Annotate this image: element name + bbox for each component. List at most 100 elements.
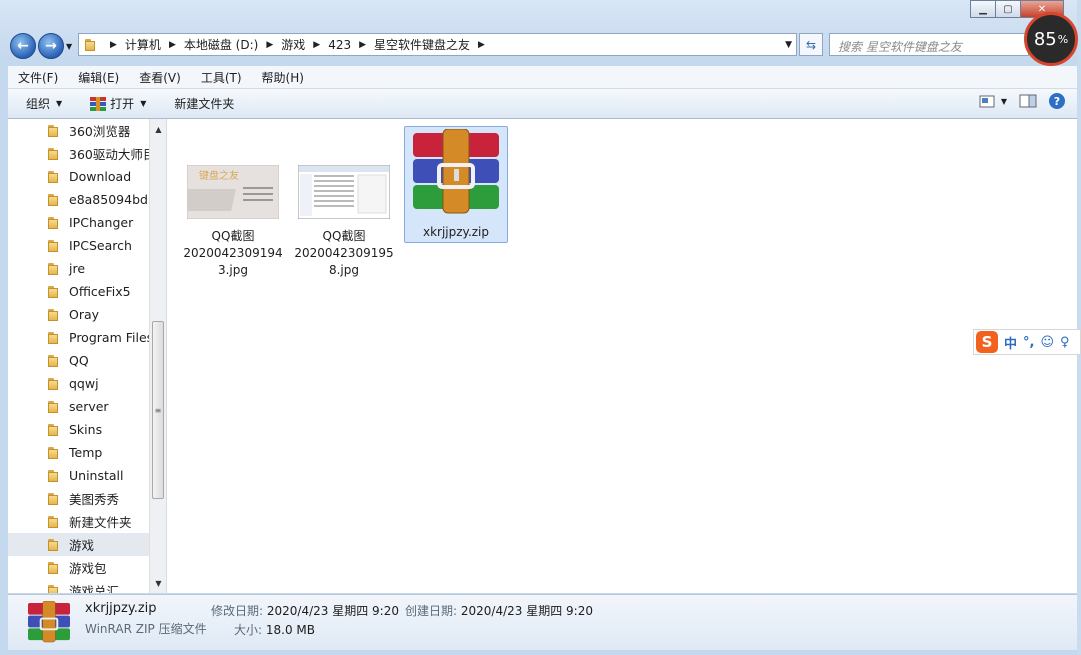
file-list: 键盘之友 QQ截图 2020042309194 3.jpg QQ截图 20200…: [167, 119, 1077, 593]
dropdown-arrow-icon: ▼: [56, 99, 63, 108]
file-item[interactable]: 键盘之友 QQ截图 2020042309194 3.jpg: [181, 164, 285, 279]
address-bar[interactable]: ▶ 计算机 ▶ 本地磁盘 (D:) ▶ 游戏 ▶ 423 ▶ 星空软件键盘之友 …: [78, 33, 797, 56]
preview-pane-icon[interactable]: [1019, 94, 1037, 108]
maximize-button[interactable]: ▢: [995, 0, 1021, 18]
back-button[interactable]: ←: [10, 33, 36, 59]
folder-icon: [48, 561, 61, 574]
file-item[interactable]: QQ截图 2020042309195 8.jpg: [292, 164, 396, 279]
nav-item-selected[interactable]: 游戏: [8, 533, 150, 556]
folder-icon: [48, 515, 61, 528]
nav-item[interactable]: 360浏览器: [8, 119, 150, 142]
ime-toolbar[interactable]: S 中 °, ☺ ♀: [973, 329, 1081, 355]
menu-bar: 文件(F) 编辑(E) 查看(V) 工具(T) 帮助(H): [8, 66, 1077, 89]
folder-icon: [85, 38, 98, 51]
folder-icon: [48, 285, 61, 298]
search-input[interactable]: 搜索 星空软件键盘之友: [829, 33, 1029, 56]
menu-tools[interactable]: 工具(T): [191, 69, 252, 86]
breadcrumb-separator-icon[interactable]: ▶: [169, 40, 176, 50]
nav-item[interactable]: Temp: [8, 441, 150, 464]
folder-icon: [48, 124, 61, 137]
menu-file[interactable]: 文件(F): [8, 69, 68, 86]
punctuation-mode-icon[interactable]: °,: [1023, 335, 1034, 350]
address-dropdown-icon[interactable]: ▼: [785, 40, 792, 50]
folder-icon: [48, 262, 61, 275]
dropdown-arrow-icon: ▼: [140, 99, 147, 108]
explorer-window: ▁ ▢ ✕ ← → ▼ ▶ 计算机 ▶ 本地磁盘 (D:) ▶ 游戏 ▶ 423…: [0, 0, 1081, 655]
folder-icon: [48, 170, 61, 183]
new-folder-button[interactable]: 新建文件夹: [160, 95, 248, 112]
file-name: 2020042309194: [183, 246, 283, 260]
breadcrumb-current-folder[interactable]: 星空软件键盘之友: [374, 36, 470, 53]
folder-icon: [48, 446, 61, 459]
nav-item[interactable]: 游戏总汇: [8, 579, 150, 593]
details-created: 创建日期: 2020/4/23 星期四 9:20: [405, 604, 593, 618]
nav-item[interactable]: server: [8, 395, 150, 418]
nav-item[interactable]: IPCSearch: [8, 234, 150, 257]
nav-item[interactable]: Skins: [8, 418, 150, 441]
command-bar: 组织 ▼ 打开 ▼ 新建文件夹 ▼ ?: [8, 89, 1077, 119]
image-thumbnail: [297, 164, 391, 220]
nav-item[interactable]: Download: [8, 165, 150, 188]
nav-item[interactable]: Uninstall: [8, 464, 150, 487]
menu-edit[interactable]: 编辑(E): [68, 69, 129, 86]
folder-icon: [48, 216, 61, 229]
file-name: QQ截图: [211, 229, 255, 243]
scroll-down-icon[interactable]: ▼: [150, 575, 166, 591]
image-thumbnail: 键盘之友: [183, 164, 280, 220]
help-icon[interactable]: ?: [1049, 93, 1065, 109]
folder-icon: [48, 423, 61, 436]
organize-button[interactable]: 组织 ▼: [8, 95, 76, 112]
nav-item[interactable]: 游戏包: [8, 556, 150, 579]
folder-icon: [48, 193, 61, 206]
open-button[interactable]: 打开 ▼: [76, 95, 160, 112]
breadcrumb-separator-icon[interactable]: ▶: [359, 40, 366, 50]
menu-help[interactable]: 帮助(H): [252, 69, 314, 86]
nav-item[interactable]: Oray: [8, 303, 150, 326]
breadcrumb-separator-icon[interactable]: ▶: [266, 40, 273, 50]
folder-icon: [48, 492, 61, 505]
nav-item[interactable]: QQ: [8, 349, 150, 372]
folder-icon: [48, 147, 61, 160]
folder-tree: 360浏览器 360驱动大师目 Download e8a85094bdb IPC…: [8, 119, 156, 593]
breadcrumb-computer[interactable]: 计算机: [125, 36, 161, 53]
scrollbar-thumb[interactable]: ≡: [152, 321, 164, 499]
breadcrumb-separator-icon[interactable]: ▶: [478, 40, 485, 50]
breadcrumb-drive-d[interactable]: 本地磁盘 (D:): [184, 36, 258, 53]
breadcrumb-separator-icon[interactable]: ▶: [110, 40, 117, 50]
forward-button[interactable]: →: [38, 33, 64, 59]
folder-icon: [48, 469, 61, 482]
nav-item[interactable]: IPChanger: [8, 211, 150, 234]
folder-icon: [48, 584, 61, 593]
navigation-pane: 360浏览器 360驱动大师目 Download e8a85094bdb IPC…: [8, 119, 167, 593]
recent-pages-dropdown[interactable]: ▼: [66, 42, 72, 51]
breadcrumb-games[interactable]: 游戏: [281, 36, 305, 53]
sogou-logo-icon: S: [976, 331, 998, 353]
nav-item[interactable]: OfficeFix5: [8, 280, 150, 303]
nav-item[interactable]: 美图秀秀: [8, 487, 150, 510]
folder-icon: [48, 239, 61, 252]
menu-view[interactable]: 查看(V): [129, 69, 191, 86]
details-modified: 修改日期: 2020/4/23 星期四 9:20: [211, 604, 399, 618]
nav-item[interactable]: Program Files: [8, 326, 153, 349]
nav-item[interactable]: qqwj: [8, 372, 150, 395]
ime-mode-chinese[interactable]: 中: [1004, 333, 1017, 352]
nav-item[interactable]: e8a85094bdb: [8, 188, 156, 211]
view-options-button[interactable]: ▼: [979, 95, 1007, 108]
breadcrumb-423[interactable]: 423: [328, 38, 351, 52]
file-name: 8.jpg: [328, 263, 360, 277]
view-icon: [979, 95, 995, 107]
nav-item[interactable]: 新建文件夹: [8, 510, 150, 533]
nav-item[interactable]: 360驱动大师目: [8, 142, 155, 165]
refresh-button[interactable]: ⇆: [799, 33, 823, 56]
file-name: xkrjjpzy.zip: [422, 225, 490, 239]
file-item-selected[interactable]: xkrjjpzy.zip: [404, 126, 508, 243]
nav-item[interactable]: jre: [8, 257, 150, 280]
breadcrumb-separator-icon[interactable]: ▶: [313, 40, 320, 50]
minimize-button[interactable]: ▁: [970, 0, 996, 18]
refresh-icon: ⇆: [805, 37, 817, 52]
microphone-icon[interactable]: ♀: [1060, 335, 1070, 350]
performance-badge[interactable]: 85%: [1024, 12, 1078, 66]
scroll-up-icon[interactable]: ▲: [150, 121, 166, 137]
nav-scrollbar[interactable]: ▲ ≡ ▼: [149, 119, 166, 593]
emoji-icon[interactable]: ☺: [1040, 335, 1054, 350]
